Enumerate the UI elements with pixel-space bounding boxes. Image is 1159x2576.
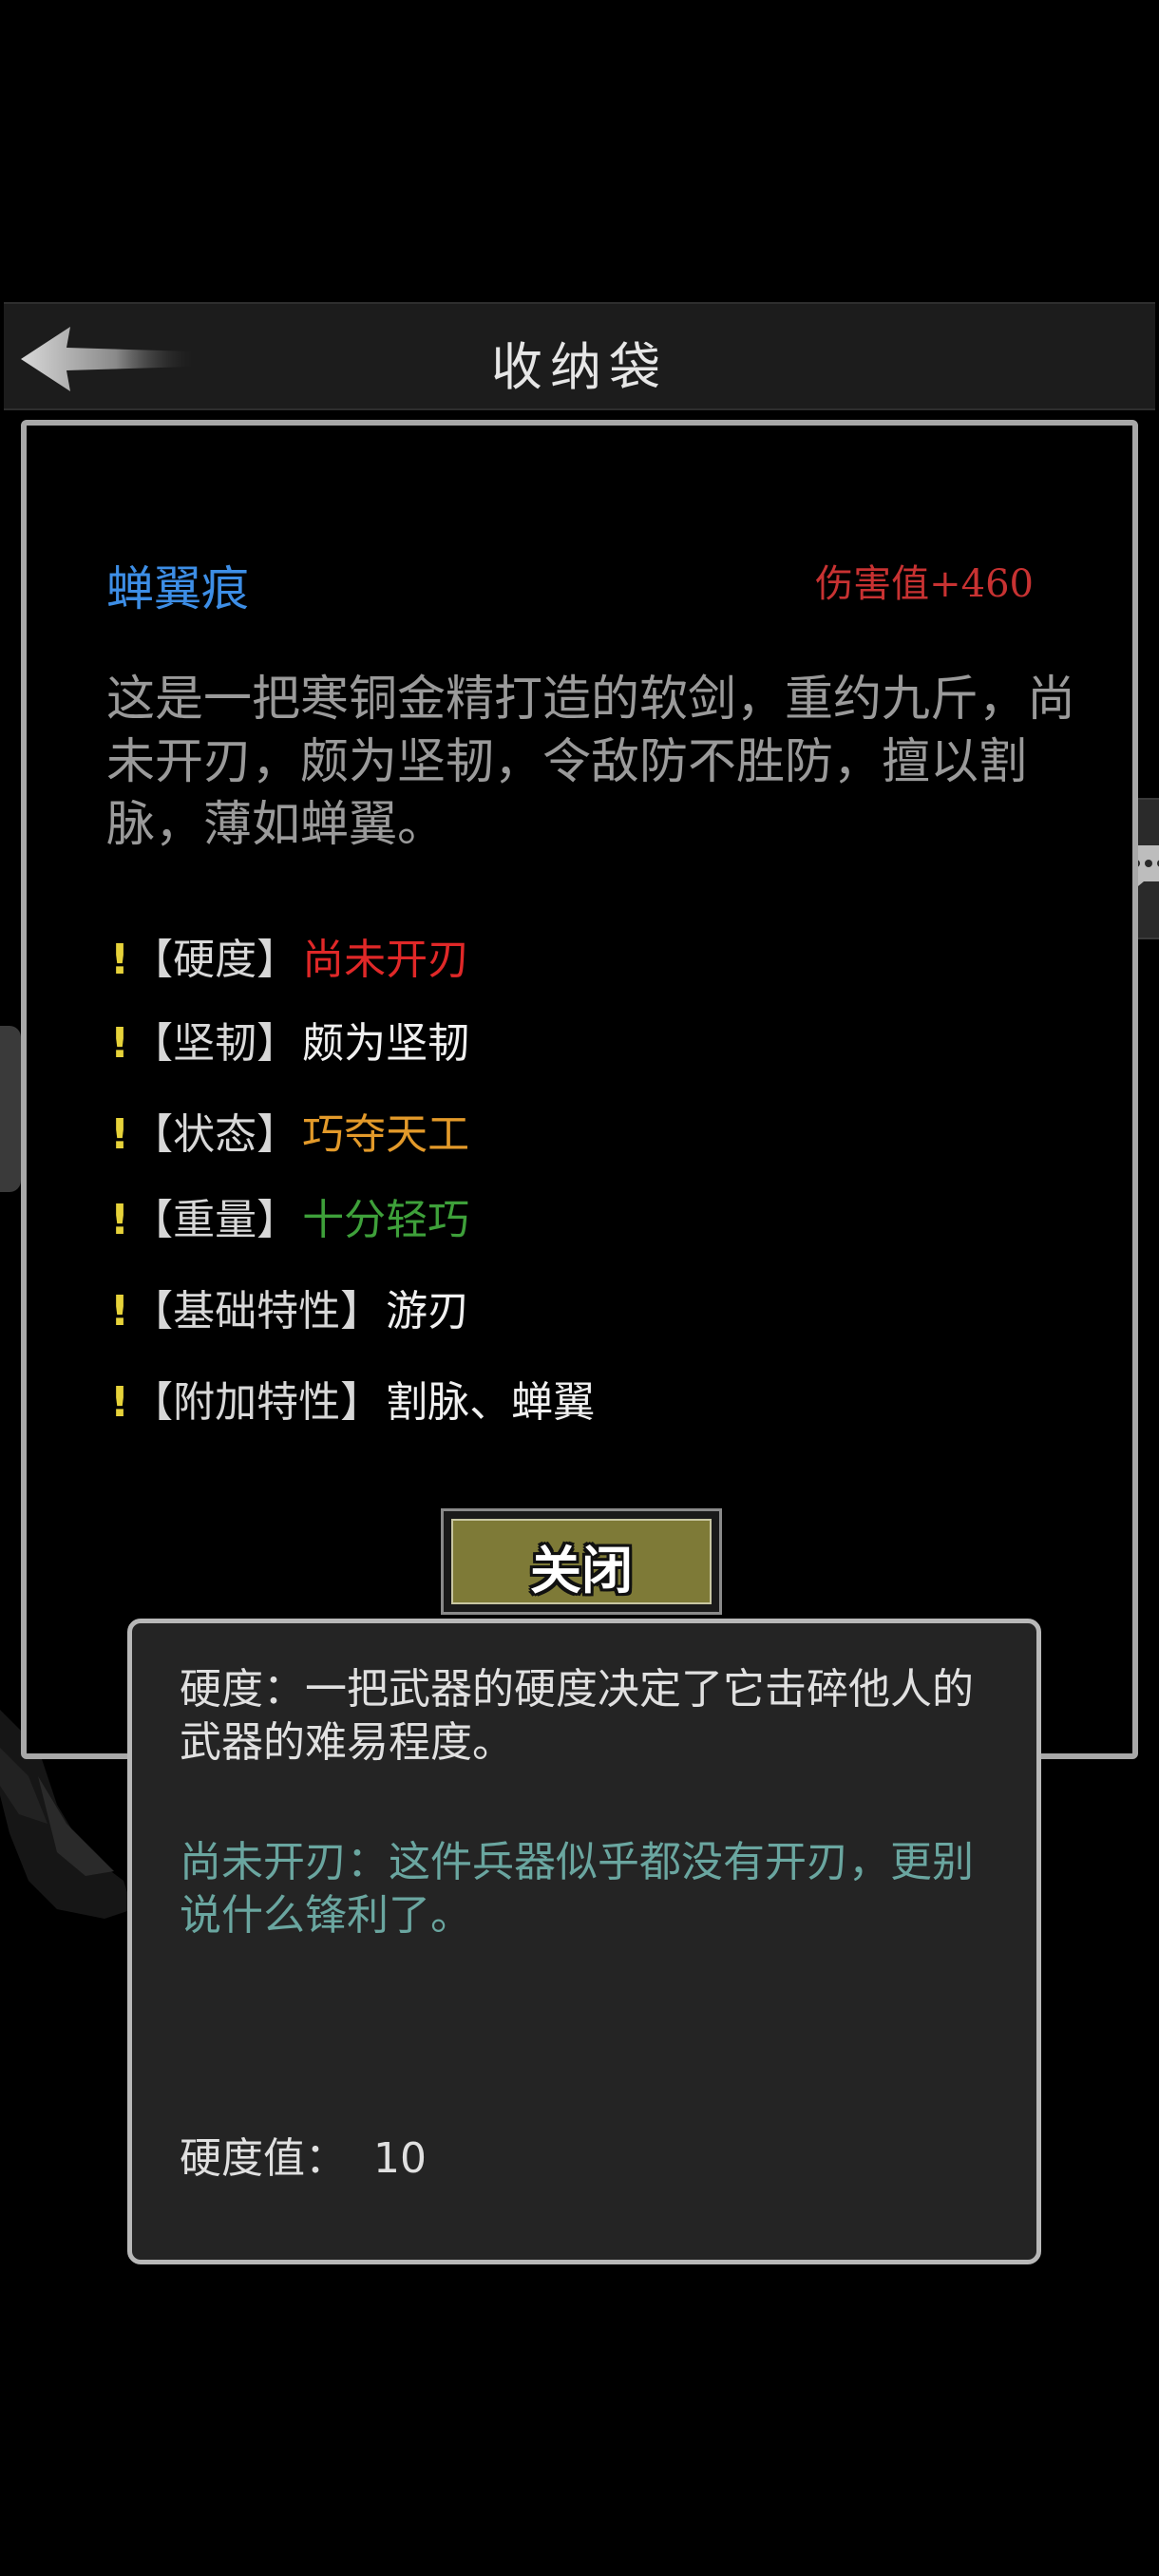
exclamation-icon: ! <box>110 1110 130 1159</box>
attribute-value: 十分轻巧 <box>302 1196 470 1244</box>
exclamation-icon: ! <box>110 1287 130 1335</box>
item-detail-panel: 蝉翼痕 伤害值+460 这是一把寒铜金精打造的软剑，重约九斤，尚未开刃，颇为坚韧… <box>21 420 1138 1759</box>
attribute-tooltip: 硬度：一把武器的硬度决定了它击碎他人的武器的难易程度。 尚未开刃：这件兵器似乎都… <box>127 1619 1041 2264</box>
close-button-label: 关闭 <box>530 1541 633 1601</box>
attribute-value: 游刃 <box>386 1287 470 1335</box>
attribute-key: 【坚韧】 <box>131 1019 299 1068</box>
attribute-value: 颇为坚韧 <box>302 1019 470 1068</box>
attribute-key: 【硬度】 <box>131 936 299 984</box>
tooltip-level-description: 尚未开刃：这件兵器似乎都没有开刃，更别说什么锋利了。 <box>180 1838 974 1940</box>
header-bar: 收纳袋 <box>4 302 1155 410</box>
attribute-base-trait[interactable]: !【基础特性】游刃 <box>110 1277 469 1337</box>
attribute-key: 【基础特性】 <box>131 1287 383 1335</box>
item-name: 蝉翼痕 <box>106 561 249 616</box>
tooltip-hardness-value: 硬度值： 10 <box>180 2134 427 2183</box>
exclamation-icon: ! <box>110 936 130 984</box>
attribute-value: 割脉、蝉翼 <box>386 1378 596 1427</box>
tooltip-definition: 硬度：一把武器的硬度决定了它击碎他人的武器的难易程度。 <box>180 1665 974 1767</box>
item-description: 这是一把寒铜金精打造的软剑，重约九斤，尚未开刃，颇为坚韧，令敌防不胜防，擅以割脉… <box>106 672 1076 853</box>
attribute-value: 巧夺天工 <box>302 1110 470 1159</box>
exclamation-icon: ! <box>110 1019 130 1068</box>
page-title: 收纳袋 <box>491 337 668 397</box>
exclamation-icon: ! <box>110 1378 130 1427</box>
left-edge-handle[interactable] <box>0 1026 21 1192</box>
attribute-state[interactable]: !【状态】巧夺天工 <box>110 1100 469 1161</box>
attribute-value: 尚未开刃 <box>302 936 470 984</box>
attribute-hardness[interactable]: !【硬度】尚未开刃 <box>110 925 469 986</box>
attribute-key: 【附加特性】 <box>131 1378 383 1427</box>
attribute-weight[interactable]: !【重量】十分轻巧 <box>110 1185 469 1246</box>
attribute-toughness[interactable]: !【坚韧】颇为坚韧 <box>110 1009 469 1070</box>
attribute-extra-trait[interactable]: !【附加特性】割脉、蝉翼 <box>110 1368 595 1429</box>
attribute-key: 【重量】 <box>131 1196 299 1244</box>
attribute-key: 【状态】 <box>131 1110 299 1159</box>
damage-value: 伤害值+460 <box>815 562 1034 606</box>
close-button[interactable]: 关闭 <box>441 1508 722 1615</box>
exclamation-icon: ! <box>110 1196 130 1244</box>
